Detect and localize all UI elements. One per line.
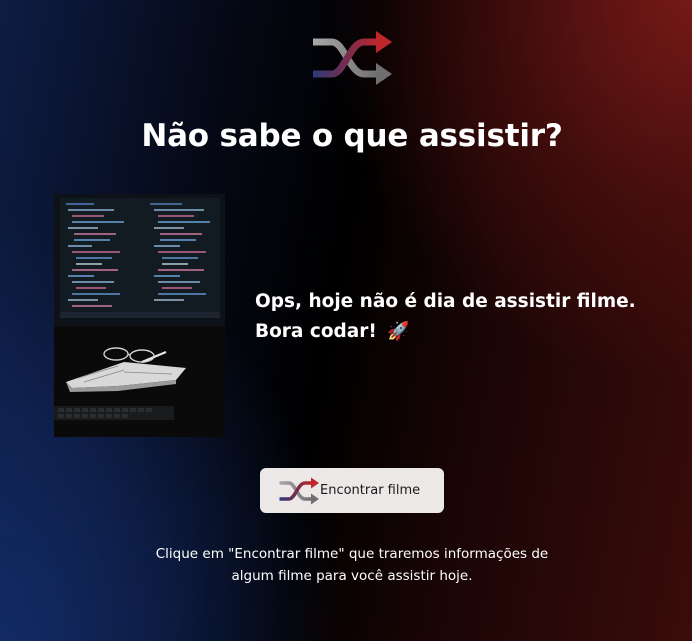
movie-message-line2: Bora codar! — [255, 321, 377, 342]
rocket-icon: 🚀 — [387, 321, 410, 342]
page-title: Não sabe o que assistir? — [141, 118, 563, 154]
find-movie-button-label: Encontrar filme — [320, 483, 421, 498]
movie-message-line1: Ops, hoje não é dia de assistir filme. — [255, 291, 636, 312]
shuffle-logo-icon — [310, 30, 394, 86]
find-movie-button[interactable]: Encontrar filme — [260, 468, 444, 513]
hint-text: Clique em "Encontrar filme" que traremos… — [155, 546, 549, 584]
movie-message: Ops, hoje não é dia de assistir filme. B… — [255, 287, 655, 347]
shuffle-icon — [278, 476, 320, 506]
movie-poster-image — [54, 194, 225, 437]
